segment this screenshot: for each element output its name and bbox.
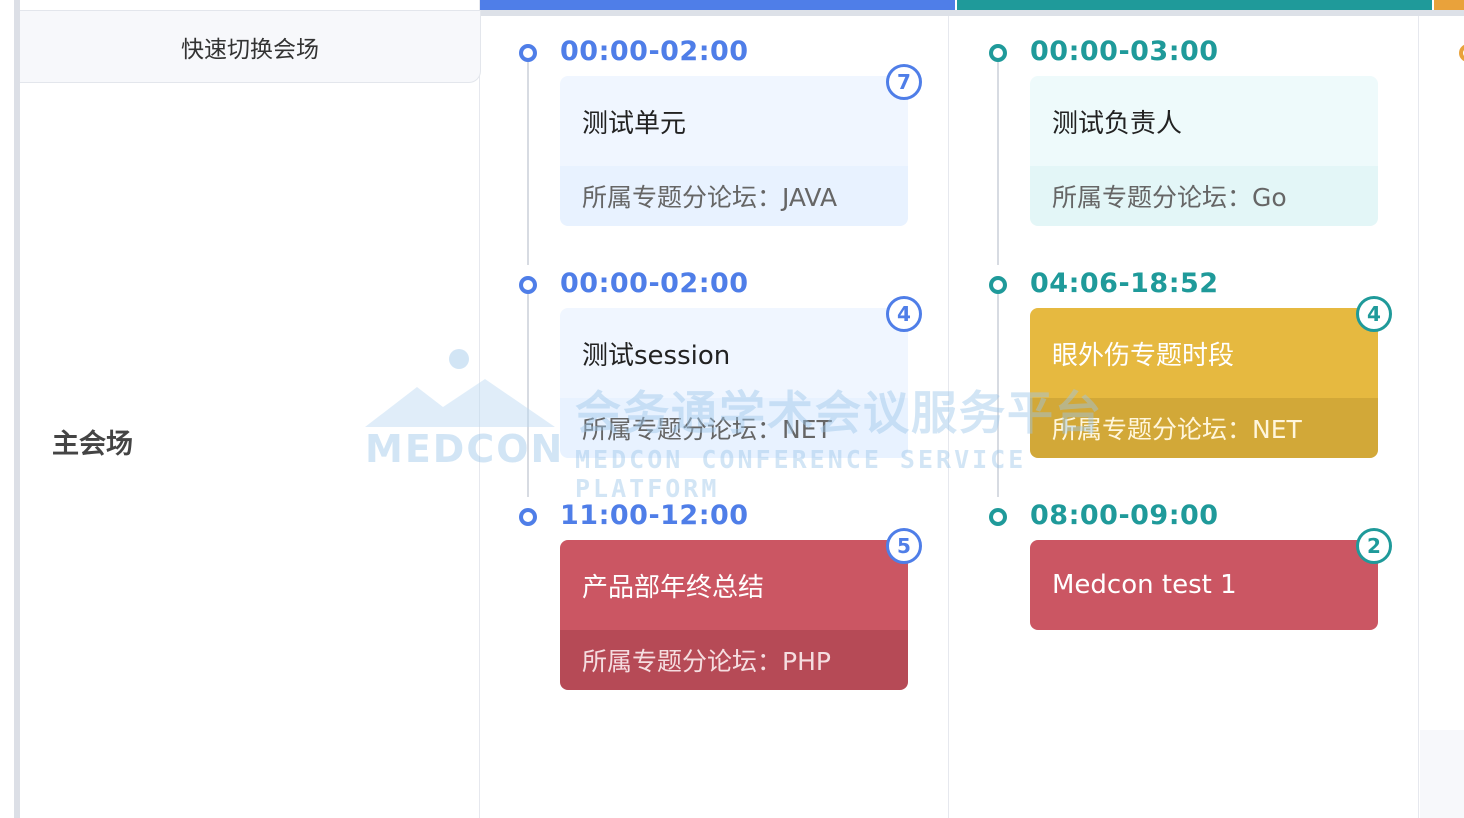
timeline-line [997,294,999,497]
session-title: 眼外伤专题时段 [1030,308,1378,398]
session-card[interactable]: 测试单元 所属专题分论坛：JAVA 7 [560,64,922,226]
timeline-dot [989,276,1007,294]
session-title: 测试单元 [560,76,908,166]
quick-switch-label: 快速切换会场 [181,36,319,63]
session-time: 00:00-03:00 [1030,36,1219,67]
timeline-dot [519,44,537,62]
timeline-line [527,62,529,265]
session-time: 04:06-18:52 [1030,268,1219,299]
session-forum: 所属专题分论坛：PHP [560,630,908,690]
main-hall-label: 主会场 [52,429,133,460]
session-time: 08:00-09:00 [1030,500,1219,531]
session-time: 11:00-12:00 [560,500,749,531]
session-title: 产品部年终总结 [560,540,908,630]
session-title: Medcon test 1 [1030,540,1378,630]
session-count-badge: 2 [1356,528,1392,564]
session-title: 测试session [560,308,908,398]
session-title: 测试负责人 [1030,76,1378,166]
header-divider [480,10,1464,16]
column-separator [1418,16,1419,818]
column-footer [1420,730,1464,818]
session-forum: 所属专题分论坛：NET [1030,398,1378,458]
column-header-bar-1 [480,0,955,10]
session-time: 00:00-02:00 [560,268,749,299]
session-card[interactable]: 测试负责人 所属专题分论坛：Go [1030,76,1378,226]
session-forum: 所属专题分论坛：JAVA [560,166,908,226]
column-header-bar-3 [1434,0,1464,10]
schedule-page: 快速切换会场 主会场 00:00-02:00 测试单元 所属专题分论坛：JAVA… [0,0,1464,818]
session-card[interactable]: Medcon test 1 2 [1030,528,1392,630]
session-forum: 所属专题分论坛：NET [560,398,908,458]
timeline-line [997,62,999,265]
timeline-dot [1459,44,1464,62]
timeline-dot [519,276,537,294]
session-card[interactable]: 产品部年终总结 所属专题分论坛：PHP 5 [560,528,922,690]
session-card[interactable]: 测试session 所属专题分论坛：NET 4 [560,296,922,458]
quick-switch-venue-button[interactable]: 快速切换会场 [20,10,481,83]
timeline-line [527,294,529,497]
venue-column [20,0,480,818]
session-count-badge: 5 [886,528,922,564]
column-header-bar-2 [957,0,1432,10]
timeline-dot [989,508,1007,526]
session-count-badge: 4 [1356,296,1392,332]
timeline-dot [519,508,537,526]
session-forum: 所属专题分论坛：Go [1030,166,1378,226]
timeline-dot [989,44,1007,62]
column-separator [948,16,949,818]
session-count-badge: 4 [886,296,922,332]
session-time: 00:00-02:00 [560,36,749,67]
session-card[interactable]: 眼外伤专题时段 所属专题分论坛：NET 4 [1030,296,1392,458]
session-count-badge: 7 [886,64,922,100]
